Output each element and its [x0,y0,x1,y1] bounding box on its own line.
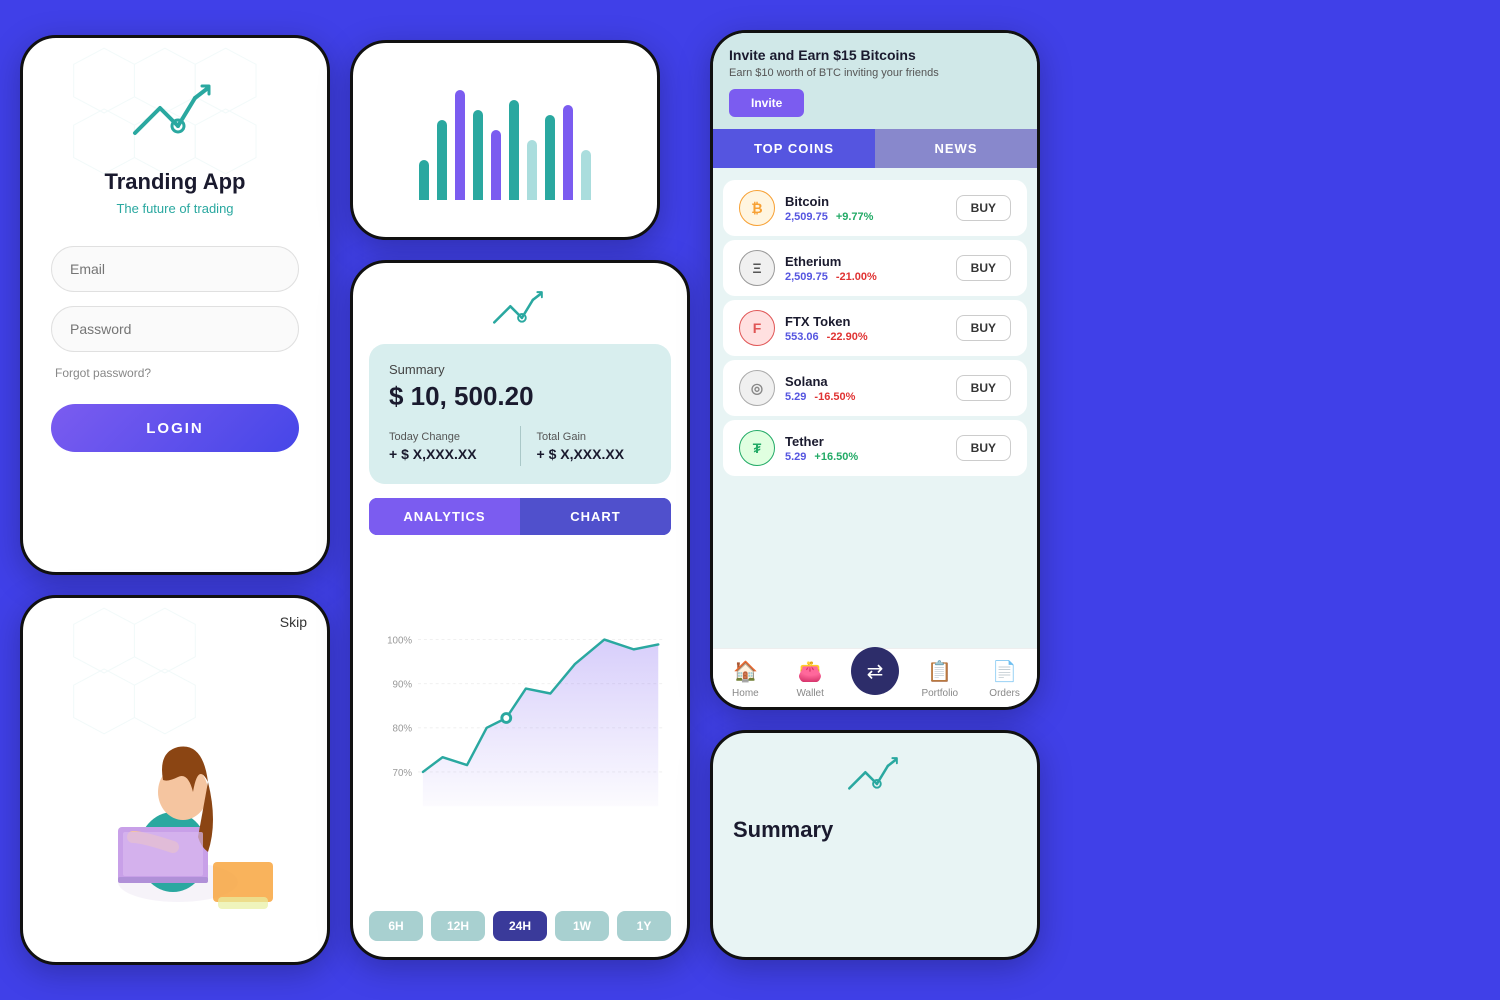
etherium-icon: Ξ [739,250,775,286]
forgot-password-link[interactable]: Forgot password? [55,366,151,380]
login-title: Tranding App [105,169,246,195]
home-icon: 🏠 [733,659,758,684]
invite-subtitle: Earn $10 worth of BTC inviting your frie… [729,67,1021,79]
orders-icon: 📄 [992,659,1017,684]
etherium-name: Etherium [785,254,946,269]
svg-text:80%: 80% [393,724,413,735]
password-input[interactable] [51,306,299,352]
nav-orders-label: Orders [989,688,1020,699]
email-input[interactable] [51,246,299,292]
bitcoin-info: Bitcoin 2,509.75 +9.77% [785,194,946,223]
analytics-tab-bar: ANALYTICS CHART [369,498,671,535]
swap-button[interactable]: ⇄ [851,647,899,695]
tether-name: Tether [785,434,946,449]
ftx-change: -22.90% [827,331,868,343]
chart-top-screen [350,40,660,240]
coins-list: ₿ Bitcoin 2,509.75 +9.77% BUY Ξ Etherium [713,168,1037,648]
coin-item-solana: ◎ Solana 5.29 -16.50% BUY [723,360,1027,416]
summary-title: Summary [733,817,833,843]
chart-area: 100% 90% 80% 70% [353,535,687,901]
etherium-info: Etherium 2,509.75 -21.00% [785,254,946,283]
ftx-price: 553.06 [785,331,819,343]
total-label: Total Gain [537,431,652,443]
filter-6h[interactable]: 6H [369,911,423,941]
bitcoin-price: 2,509.75 [785,211,828,223]
ftx-info: FTX Token 553.06 -22.90% [785,314,946,343]
coin-item-bitcoin: ₿ Bitcoin 2,509.75 +9.77% BUY [723,180,1027,236]
skip-text[interactable]: Skip [280,614,307,630]
nav-portfolio-label: Portfolio [921,688,958,699]
nav-portfolio[interactable]: 📋 Portfolio [907,659,972,699]
tab-top-coins[interactable]: TOP COINS [713,129,875,168]
filter-1y[interactable]: 1Y [617,911,671,941]
login-screen: Tranding App The future of trading Forgo… [20,35,330,575]
bottom-nav: 🏠 Home 👛 Wallet ⇄ 📋 Portfolio 📄 Orders [713,648,1037,707]
solana-buy-button[interactable]: BUY [956,375,1011,401]
filter-12h[interactable]: 12H [431,911,485,941]
tab-news[interactable]: NEWS [875,129,1037,168]
time-filter-bar: 6H 12H 24H 1W 1Y [353,901,687,957]
filter-24h[interactable]: 24H [493,911,547,941]
svg-text:100%: 100% [387,635,412,646]
summary-amount: $ 10, 500.20 [389,381,651,412]
login-subtitle: The future of trading [116,201,233,216]
portfolio-icon: 📋 [927,659,952,684]
summary-card: Summary $ 10, 500.20 Today Change + $ X,… [369,344,671,484]
top-coins-screen: Invite and Earn $15 Bitcoins Earn $10 wo… [710,30,1040,710]
bitcoin-name: Bitcoin [785,194,946,209]
invite-button[interactable]: Invite [729,89,804,117]
coin-item-tether: ₮ Tether 5.29 +16.50% BUY [723,420,1027,476]
wallet-icon: 👛 [798,659,823,684]
coin-item-etherium: Ξ Etherium 2,509.75 -21.00% BUY [723,240,1027,296]
login-logo [130,78,220,153]
svg-text:90%: 90% [393,680,413,691]
solana-name: Solana [785,374,946,389]
solana-info: Solana 5.29 -16.50% [785,374,946,403]
nav-swap[interactable]: ⇄ [843,659,908,699]
bitcoin-change: +9.77% [836,211,874,223]
filter-1w[interactable]: 1W [555,911,609,941]
invite-title: Invite and Earn $15 Bitcoins [729,47,1021,63]
today-label: Today Change [389,431,504,443]
etherium-price: 2,509.75 [785,271,828,283]
tab-analytics[interactable]: ANALYTICS [369,498,520,535]
tether-price: 5.29 [785,451,806,463]
bitcoin-buy-button[interactable]: BUY [956,195,1011,221]
coins-tab-bar: TOP COINS NEWS [713,129,1037,168]
etherium-change: -21.00% [836,271,877,283]
ftx-icon: F [739,310,775,346]
today-val: + $ X,XXX.XX [389,446,504,462]
coin-item-ftx: F FTX Token 553.06 -22.90% BUY [723,300,1027,356]
onboard-illustration [23,662,327,962]
nav-wallet[interactable]: 👛 Wallet [778,659,843,699]
nav-wallet-label: Wallet [796,688,823,699]
nav-home[interactable]: 🏠 Home [713,659,778,699]
solana-icon: ◎ [739,370,775,406]
tab-chart[interactable]: CHART [520,498,671,535]
analytics-screen: Summary $ 10, 500.20 Today Change + $ X,… [350,260,690,960]
onboard-screen: Skip [20,595,330,965]
summary-logo [845,753,905,803]
mini-bar-chart [419,80,591,200]
tether-info: Tether 5.29 +16.50% [785,434,946,463]
login-button[interactable]: LOGIN [51,404,299,452]
tether-icon: ₮ [739,430,775,466]
ftx-name: FTX Token [785,314,946,329]
summary-small-screen: Summary [710,730,1040,960]
analytics-header [353,263,687,344]
nav-home-label: Home [732,688,759,699]
solana-change: -16.50% [814,391,855,403]
nav-orders[interactable]: 📄 Orders [972,659,1037,699]
ftx-buy-button[interactable]: BUY [956,315,1011,341]
summary-label: Summary [389,362,651,377]
svg-text:70%: 70% [393,768,413,779]
tether-buy-button[interactable]: BUY [956,435,1011,461]
etherium-buy-button[interactable]: BUY [956,255,1011,281]
tether-change: +16.50% [814,451,858,463]
invite-banner: Invite and Earn $15 Bitcoins Earn $10 wo… [713,33,1037,129]
solana-price: 5.29 [785,391,806,403]
bitcoin-icon: ₿ [739,190,775,226]
total-val: + $ X,XXX.XX [537,446,652,462]
